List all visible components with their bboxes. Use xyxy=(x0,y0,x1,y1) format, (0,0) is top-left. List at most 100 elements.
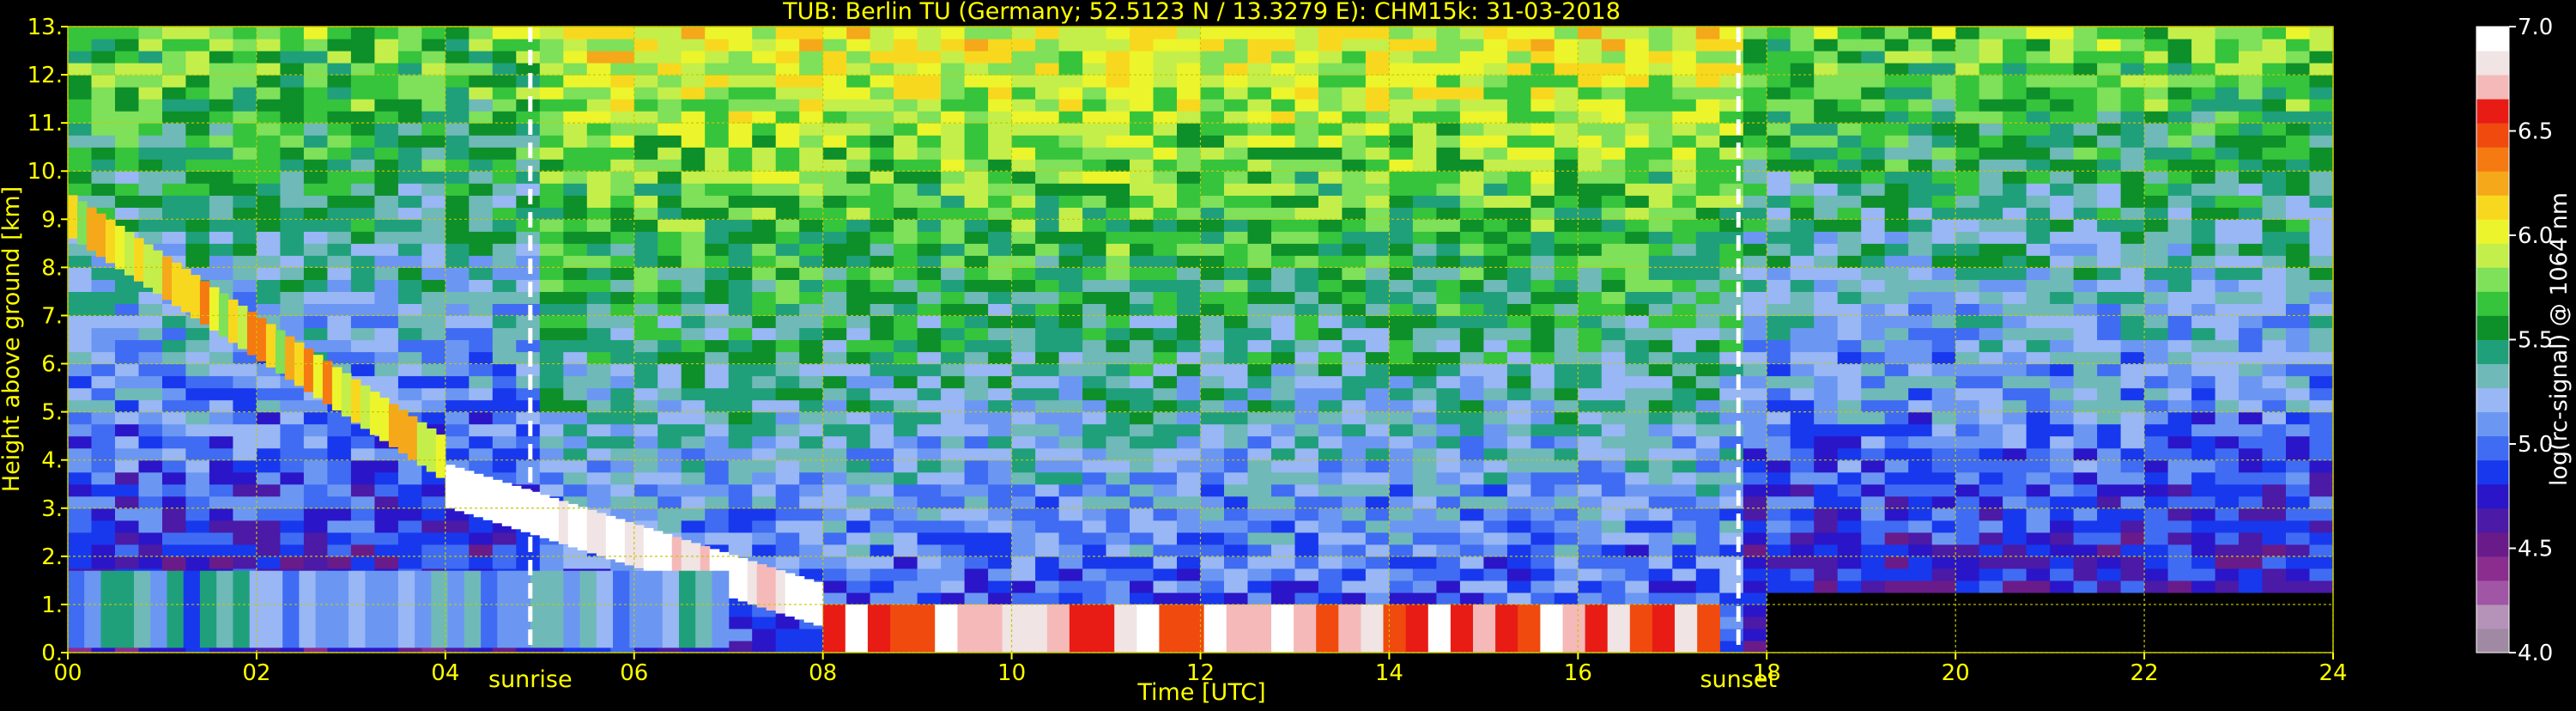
heatmap-cell xyxy=(1294,135,1319,148)
heatmap-cell xyxy=(1342,279,1367,292)
heatmap-cell xyxy=(1695,423,1720,437)
heatmap-cell xyxy=(2120,63,2145,76)
heatmap-cell xyxy=(2286,339,2311,353)
heatmap-cell xyxy=(1412,411,1437,425)
heatmap-cell xyxy=(633,279,658,292)
heatmap-cell xyxy=(2262,135,2287,148)
heatmap-cell xyxy=(1601,387,1626,401)
heatmap-cell xyxy=(1955,27,1980,40)
heatmap-cell xyxy=(539,399,564,413)
heatmap-cell xyxy=(2286,243,2311,256)
heatmap-cell xyxy=(799,75,824,88)
heatmap-cell xyxy=(1082,147,1107,160)
heatmap-cell xyxy=(1648,363,1673,377)
heatmap-cell xyxy=(421,51,446,64)
heatmap-cell xyxy=(705,399,730,413)
heatmap-cell xyxy=(1743,75,1767,88)
heatmap-cell xyxy=(2286,147,2311,160)
heatmap-cell xyxy=(1389,411,1414,425)
heatmap-cell xyxy=(799,303,824,316)
heatmap-cell xyxy=(1177,363,1202,377)
heatmap-cell xyxy=(1318,255,1343,268)
heatmap-cell xyxy=(1884,159,1909,172)
heatmap-cell xyxy=(563,435,588,449)
heatmap-cell xyxy=(2097,231,2122,244)
heatmap-cell xyxy=(728,387,753,401)
heatmap-cell xyxy=(1247,111,1272,124)
heatmap-cell xyxy=(846,327,871,341)
heatmap-cell xyxy=(822,387,847,401)
heatmap-cell xyxy=(988,363,1013,377)
heatmap-cell xyxy=(610,423,635,437)
heatmap-cell xyxy=(421,291,446,304)
heatmap-cell xyxy=(1459,255,1484,268)
heatmap-cell xyxy=(1767,375,1791,389)
heatmap-cell xyxy=(1247,471,1272,485)
heatmap-cell xyxy=(563,471,588,485)
heatmap-cell xyxy=(280,471,305,485)
heatmap-cell xyxy=(917,375,942,389)
heatmap-cell xyxy=(1082,231,1107,244)
heatmap-cell xyxy=(894,147,918,160)
heatmap-cell xyxy=(633,483,658,497)
heatmap-cell xyxy=(2026,291,2051,304)
heatmap-cell xyxy=(1790,51,1815,64)
heatmap-cell xyxy=(1695,387,1720,401)
heatmap-cell xyxy=(1648,351,1673,365)
heatmap-cell xyxy=(964,171,989,184)
heatmap-cell xyxy=(1247,195,1272,208)
heatmap-cell xyxy=(2167,327,2192,341)
heatmap-cell xyxy=(1625,568,1650,581)
heatmap-cell xyxy=(705,423,730,437)
heatmap-cell xyxy=(162,207,187,220)
heatmap-cell xyxy=(1412,568,1437,581)
heatmap-cell xyxy=(964,315,989,329)
heatmap-cell xyxy=(2050,604,2075,617)
heatmap-cell xyxy=(586,255,611,268)
heatmap-cell xyxy=(1530,363,1555,377)
heatmap-cell xyxy=(941,387,966,401)
heatmap-cell xyxy=(1058,483,1083,497)
heatmap-cell xyxy=(563,399,588,413)
heatmap-cell xyxy=(1224,243,1249,256)
heatmap-cell xyxy=(1106,255,1130,268)
heatmap-cell xyxy=(705,471,730,485)
heatmap-cell xyxy=(1672,75,1697,88)
heatmap-cell xyxy=(1814,580,1839,593)
heatmap-cell xyxy=(1672,580,1697,593)
heatmap-cell xyxy=(870,39,894,52)
heatmap-cell xyxy=(1790,231,1815,244)
heatmap-cell xyxy=(1625,411,1650,425)
heatmap-cell xyxy=(1365,411,1390,425)
heatmap-cell xyxy=(1177,411,1202,425)
heatmap-cell xyxy=(1601,255,1626,268)
heatmap-cell xyxy=(610,99,635,112)
heatmap-cell xyxy=(185,435,210,449)
heatmap-cell xyxy=(846,255,871,268)
heatmap-cell xyxy=(1224,171,1249,184)
heatmap-cell xyxy=(421,123,446,136)
heatmap-cell xyxy=(1979,243,2003,256)
heatmap-cell xyxy=(917,495,942,509)
heatmap-cell xyxy=(2050,207,2075,220)
heatmap-cell xyxy=(1342,243,1367,256)
heatmap-cell xyxy=(1082,520,1107,533)
heatmap-cell xyxy=(1247,351,1272,365)
heatmap-cell xyxy=(964,123,989,136)
heatmap-cell xyxy=(752,195,777,208)
heatmap-cell xyxy=(1365,363,1390,377)
heatmap-cell xyxy=(1648,291,1673,304)
heatmap-cell xyxy=(1979,556,2003,569)
heatmap-cell xyxy=(1389,207,1414,220)
heatmap-cell xyxy=(775,387,800,401)
heatmap-cell xyxy=(68,399,93,413)
heatmap-cell xyxy=(256,459,281,473)
heatmap-cell xyxy=(1931,123,1956,136)
heatmap-cell xyxy=(233,459,258,473)
heatmap-cell xyxy=(2309,51,2334,64)
heatmap-cell xyxy=(1082,279,1107,292)
heatmap-cell xyxy=(610,267,635,280)
heatmap-cell xyxy=(397,339,422,353)
heatmap-cell xyxy=(280,423,305,437)
heatmap-cell xyxy=(1554,507,1579,521)
